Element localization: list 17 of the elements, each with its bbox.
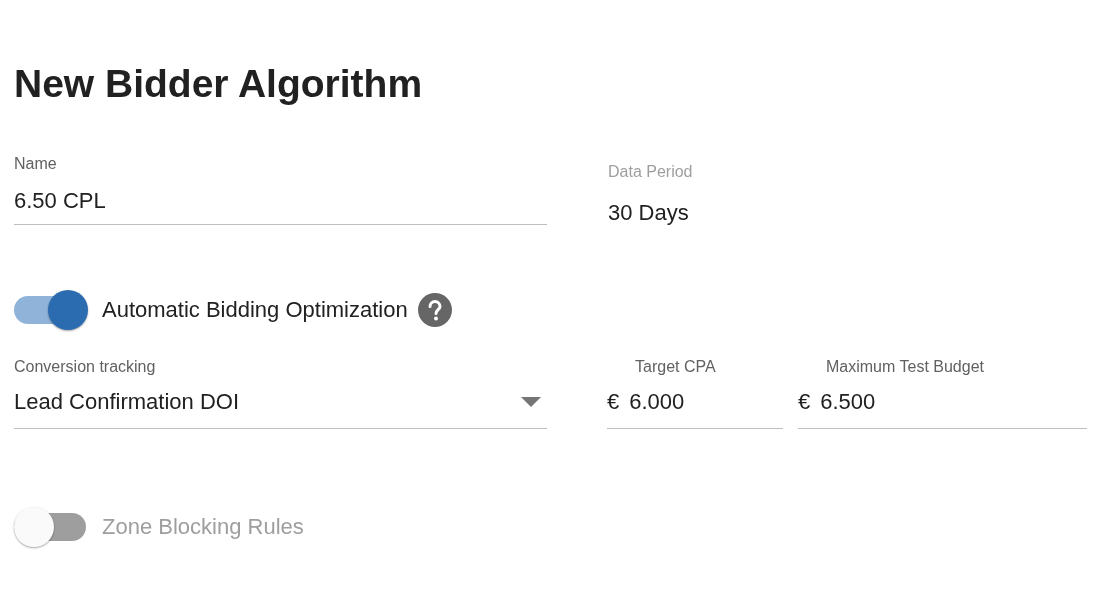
page-title: New Bidder Algorithm [14,61,424,107]
field-label: Maximum Test Budget [825,357,985,377]
toggle-label: Zone Blocking Rules [102,514,304,540]
field-value: 30 Days [608,199,690,226]
field-label: Name [14,154,58,174]
field-label: Data Period [608,162,693,182]
field-label: Conversion tracking [14,357,157,377]
toggle-switch[interactable] [14,288,88,332]
help-icon[interactable] [417,293,452,327]
field-label: Target CPA [634,357,717,377]
toggle-label: Automatic Bidding Optimization [102,297,408,323]
amount-input-field[interactable]: € 6.000 [607,377,783,429]
caret-icon [521,397,541,407]
toggle-switch[interactable] [14,505,88,549]
amount-input-field[interactable]: € 6.500 [798,377,1087,429]
name-input-field[interactable]: 6.50 CPL [14,174,547,225]
conversion-select[interactable]: Lead Confirmation DOI [14,377,547,429]
